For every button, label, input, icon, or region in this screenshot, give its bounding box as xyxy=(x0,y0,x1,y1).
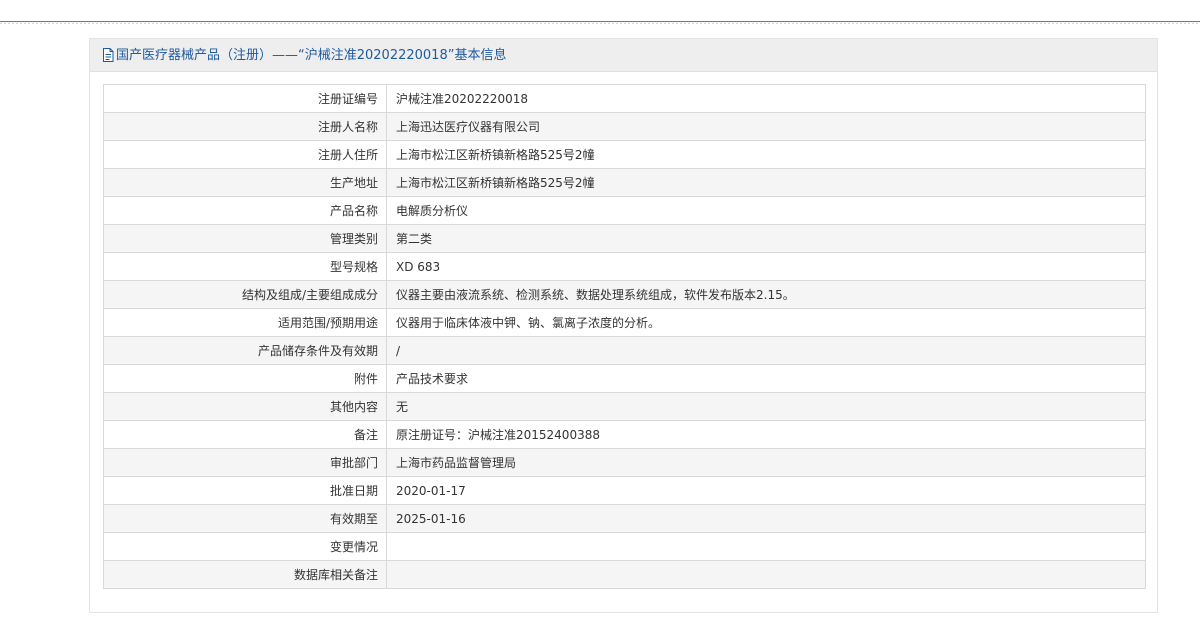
field-value: 2025-01-16 xyxy=(386,504,1146,533)
field-value xyxy=(386,532,1146,561)
field-label: 注册证编号 xyxy=(103,84,387,113)
table-row: 结构及组成/主要组成成分 仪器主要由液流系统、检测系统、数据处理系统组成，软件发布… xyxy=(103,280,1146,309)
field-label: 有效期至 xyxy=(103,504,387,533)
field-value: 原注册证号：沪械注准20152400388 xyxy=(386,420,1146,449)
field-value: 上海市药品监督管理局 xyxy=(386,448,1146,477)
table-row: 其他内容无 xyxy=(103,392,1146,421)
field-label: 注册人住所 xyxy=(103,140,387,169)
table-row: 有效期至 2025-01-16 xyxy=(103,504,1146,533)
field-label: 变更情况 xyxy=(103,532,387,561)
field-label: 结构及组成/主要组成成分 xyxy=(103,280,387,309)
field-label: 型号规格 xyxy=(103,252,387,281)
table-row: 注册人住所 上海市松江区新桥镇新格路525号2幢 xyxy=(103,140,1146,169)
info-table: 注册证编号 沪械注准20202220018 注册人名称 上海迅达医疗仪器有限公司 注册人… xyxy=(103,84,1146,589)
table-row: 变更情况 xyxy=(103,532,1146,561)
table-row: 管理类别 第二类 xyxy=(103,224,1146,253)
panel-title-text: 国产医疗器械产品（注册）——“沪械注准20202220018”基本信息 xyxy=(116,48,507,63)
top-divider-dotted xyxy=(0,23,1200,24)
field-value: 仪器主要由液流系统、检测系统、数据处理系统组成，软件发布版本2.15。 xyxy=(386,280,1146,309)
table-row: 审批部门 上海市药品监督管理局 xyxy=(103,448,1146,477)
field-label: 附件 xyxy=(103,364,387,393)
field-label: 管理类别 xyxy=(103,224,387,253)
table-row: 型号规格 XD 683 xyxy=(103,252,1146,281)
field-label: 其他内容 xyxy=(103,392,387,421)
table-row: 产品名称 电解质分析仪 xyxy=(103,196,1146,225)
field-value: 电解质分析仪 xyxy=(386,196,1146,225)
field-label: 审批部门 xyxy=(103,448,387,477)
field-label: 产品名称 xyxy=(103,196,387,225)
info-panel: 国产医疗器械产品（注册）——“沪械注准20202220018”基本信息 注册证编… xyxy=(89,38,1158,613)
field-value: 仪器用于临床体液中钾、钠、氯离子浓度的分析。 xyxy=(386,308,1146,337)
field-value: 第二类 xyxy=(386,224,1146,253)
table-row: 附件 产品技术要求 xyxy=(103,364,1146,393)
table-row: 生产地址 上海市松江区新桥镇新格路525号2幢 xyxy=(103,168,1146,197)
table-row: 数据库相关备注 xyxy=(103,560,1146,589)
panel-header: 国产医疗器械产品（注册）——“沪械注准20202220018”基本信息 xyxy=(90,39,1157,72)
table-row: 注册人名称 上海迅达医疗仪器有限公司 xyxy=(103,112,1146,141)
field-label: 适用范围/预期用途 xyxy=(103,308,387,337)
field-value xyxy=(386,560,1146,589)
table-row: 批准日期 2020-01-17 xyxy=(103,476,1146,505)
field-value: XD 683 xyxy=(386,252,1146,281)
field-label: 数据库相关备注 xyxy=(103,560,387,589)
field-value: 2020-01-17 xyxy=(386,476,1146,505)
field-value: 上海市松江区新桥镇新格路525号2幢 xyxy=(386,140,1146,169)
table-row: 备注 原注册证号：沪械注准20152400388 xyxy=(103,420,1146,449)
field-label: 产品储存条件及有效期 xyxy=(103,336,387,365)
document-icon xyxy=(102,47,114,62)
field-value: 上海迅达医疗仪器有限公司 xyxy=(386,112,1146,141)
table-row: 注册证编号 沪械注准20202220018 xyxy=(103,84,1146,113)
field-label: 生产地址 xyxy=(103,168,387,197)
top-divider xyxy=(0,21,1200,22)
info-table-body: 注册证编号 沪械注准20202220018 注册人名称 上海迅达医疗仪器有限公司 注册人… xyxy=(103,84,1146,589)
field-label: 批准日期 xyxy=(103,476,387,505)
field-label: 注册人名称 xyxy=(103,112,387,141)
panel-title: 国产医疗器械产品（注册）——“沪械注准20202220018”基本信息 xyxy=(102,47,507,63)
field-value: 沪械注准20202220018 xyxy=(386,84,1146,113)
field-label: 备注 xyxy=(103,420,387,449)
table-row: 产品储存条件及有效期 / xyxy=(103,336,1146,365)
field-value: 上海市松江区新桥镇新格路525号2幢 xyxy=(386,168,1146,197)
field-value: / xyxy=(386,336,1146,365)
table-row: 适用范围/预期用途 仪器用于临床体液中钾、钠、氯离子浓度的分析。 xyxy=(103,308,1146,337)
field-value: 无 xyxy=(386,392,1146,421)
field-value: 产品技术要求 xyxy=(386,364,1146,393)
